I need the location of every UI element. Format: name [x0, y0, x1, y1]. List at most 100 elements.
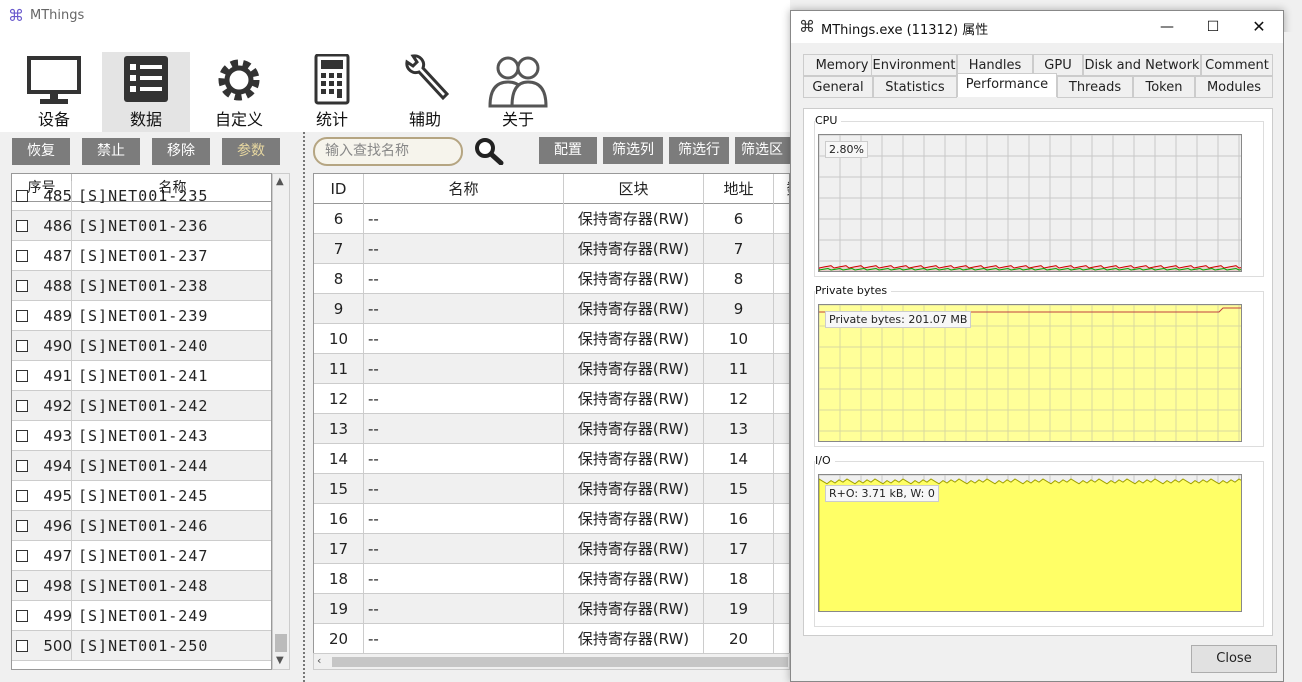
row-checkbox[interactable]: [16, 310, 28, 322]
search-input[interactable]: 输入查找名称: [313, 137, 463, 166]
filter-area-button[interactable]: 筛选区: [735, 137, 790, 164]
column-divider: [71, 481, 72, 511]
close-button[interactable]: Close: [1191, 645, 1277, 673]
row-index: 485: [43, 187, 72, 205]
params-button[interactable]: 参数: [222, 138, 280, 165]
device-list-scrollbar[interactable]: ▲ ▼: [272, 173, 290, 670]
dialog-title-bar[interactable]: ⌘ MThings.exe (11312) 属性 — ☐ ✕: [791, 11, 1283, 43]
list-item[interactable]: 486 [S]NET001-236: [12, 211, 271, 241]
row-checkbox[interactable]: [16, 190, 28, 202]
row-checkbox[interactable]: [16, 400, 28, 412]
table-row[interactable]: 17 -- 保持寄存器(RW) 17: [314, 534, 789, 564]
table-row[interactable]: 16 -- 保持寄存器(RW) 16: [314, 504, 789, 534]
tab-statistics[interactable]: Statistics: [873, 76, 957, 98]
tab-performance[interactable]: Performance: [957, 73, 1057, 97]
tab-modules[interactable]: Modules: [1195, 76, 1273, 98]
table-row[interactable]: 14 -- 保持寄存器(RW) 14: [314, 444, 789, 474]
row-checkbox[interactable]: [16, 580, 28, 592]
tab-environment[interactable]: Environment: [871, 54, 957, 76]
disable-button[interactable]: 禁止: [82, 138, 140, 165]
row-checkbox[interactable]: [16, 520, 28, 532]
row-device-name: [S]NET001-247: [78, 547, 209, 565]
row-checkbox[interactable]: [16, 490, 28, 502]
toolbar-about-button[interactable]: 关于: [474, 52, 562, 132]
window-scrollbar[interactable]: [1284, 32, 1302, 682]
list-item[interactable]: 491 [S]NET001-241: [12, 361, 271, 391]
row-checkbox[interactable]: [16, 610, 28, 622]
table-row[interactable]: 18 -- 保持寄存器(RW) 18: [314, 564, 789, 594]
row-checkbox[interactable]: [16, 550, 28, 562]
tab-memory[interactable]: Memory: [803, 54, 881, 76]
close-icon[interactable]: ✕: [1239, 15, 1279, 39]
list-item[interactable]: 488 [S]NET001-238: [12, 271, 271, 301]
remove-button[interactable]: 移除: [152, 138, 210, 165]
tab-token[interactable]: Token: [1133, 76, 1195, 98]
column-header-block[interactable]: 区块: [564, 174, 704, 204]
list-item[interactable]: 496 [S]NET001-246: [12, 511, 271, 541]
row-checkbox[interactable]: [16, 430, 28, 442]
scroll-left-icon[interactable]: ‹: [317, 654, 321, 667]
toolbar-device-button[interactable]: 设备: [10, 52, 98, 132]
panel-splitter[interactable]: [303, 132, 305, 682]
column-header-name[interactable]: 名称: [364, 174, 564, 204]
tab-general[interactable]: General: [803, 76, 873, 98]
list-item[interactable]: 495 [S]NET001-245: [12, 481, 271, 511]
scroll-up-icon[interactable]: ▲: [276, 176, 284, 187]
row-checkbox[interactable]: [16, 340, 28, 352]
list-item[interactable]: 485 [S]NET001-235: [12, 181, 271, 211]
toolbar-label: 统计: [315, 110, 348, 129]
list-item[interactable]: 492 [S]NET001-242: [12, 391, 271, 421]
list-item[interactable]: 499 [S]NET001-249: [12, 601, 271, 631]
table-row[interactable]: 7 -- 保持寄存器(RW) 7: [314, 234, 789, 264]
list-item[interactable]: 490 [S]NET001-240: [12, 331, 271, 361]
column-header-data[interactable]: 数: [774, 174, 789, 204]
search-icon[interactable]: [474, 137, 504, 165]
scrollbar-thumb[interactable]: [275, 634, 287, 652]
table-row[interactable]: 12 -- 保持寄存器(RW) 12: [314, 384, 789, 414]
row-device-name: [S]NET001-241: [78, 367, 209, 385]
toolbar-assist-button[interactable]: 辅助: [381, 52, 469, 132]
list-item[interactable]: 497 [S]NET001-247: [12, 541, 271, 571]
row-checkbox[interactable]: [16, 640, 28, 652]
tab-comment[interactable]: Comment: [1201, 54, 1273, 76]
table-row[interactable]: 19 -- 保持寄存器(RW) 19: [314, 594, 789, 624]
tab-threads[interactable]: Threads: [1057, 76, 1133, 98]
filter-columns-button[interactable]: 筛选列: [603, 137, 663, 164]
table-row[interactable]: 10 -- 保持寄存器(RW) 10: [314, 324, 789, 354]
list-item[interactable]: 493 [S]NET001-243: [12, 421, 271, 451]
row-checkbox[interactable]: [16, 250, 28, 262]
cell-name: --: [364, 534, 564, 564]
scrollbar-thumb[interactable]: [332, 657, 788, 667]
table-row[interactable]: 20 -- 保持寄存器(RW) 20: [314, 624, 789, 654]
row-checkbox[interactable]: [16, 280, 28, 292]
config-button[interactable]: 配置: [539, 137, 597, 164]
row-checkbox[interactable]: [16, 220, 28, 232]
column-header-address[interactable]: 地址: [704, 174, 774, 204]
list-item[interactable]: 494 [S]NET001-244: [12, 451, 271, 481]
row-checkbox[interactable]: [16, 460, 28, 472]
list-item[interactable]: 487 [S]NET001-237: [12, 241, 271, 271]
column-header-id[interactable]: ID: [314, 174, 364, 204]
row-checkbox[interactable]: [16, 370, 28, 382]
table-row[interactable]: 13 -- 保持寄存器(RW) 13: [314, 414, 789, 444]
table-row[interactable]: 9 -- 保持寄存器(RW) 9: [314, 294, 789, 324]
list-item[interactable]: 500 [S]NET001-250: [12, 631, 271, 661]
toolbar-data-button[interactable]: 数据: [102, 52, 190, 132]
filter-rows-button[interactable]: 筛选行: [669, 137, 729, 164]
tab-disk-and-network[interactable]: Disk and Network: [1083, 54, 1201, 76]
list-item[interactable]: 498 [S]NET001-248: [12, 571, 271, 601]
table-row[interactable]: 8 -- 保持寄存器(RW) 8: [314, 264, 789, 294]
toolbar-stats-button[interactable]: 统计: [288, 52, 376, 132]
table-row[interactable]: 6 -- 保持寄存器(RW) 6: [314, 204, 789, 234]
scroll-down-icon[interactable]: ▼: [276, 655, 284, 666]
restore-button[interactable]: 恢复: [12, 138, 70, 165]
list-item[interactable]: 489 [S]NET001-239: [12, 301, 271, 331]
toolbar-custom-button[interactable]: 自定义: [195, 52, 283, 132]
minimize-icon[interactable]: —: [1147, 15, 1187, 39]
cell-data: [774, 534, 789, 564]
register-table-hscrollbar[interactable]: ‹: [313, 653, 790, 670]
cpu-graph-group: CPU 2.80%: [814, 114, 1264, 277]
table-row[interactable]: 11 -- 保持寄存器(RW) 11: [314, 354, 789, 384]
maximize-icon[interactable]: ☐: [1193, 15, 1233, 39]
table-row[interactable]: 15 -- 保持寄存器(RW) 15: [314, 474, 789, 504]
